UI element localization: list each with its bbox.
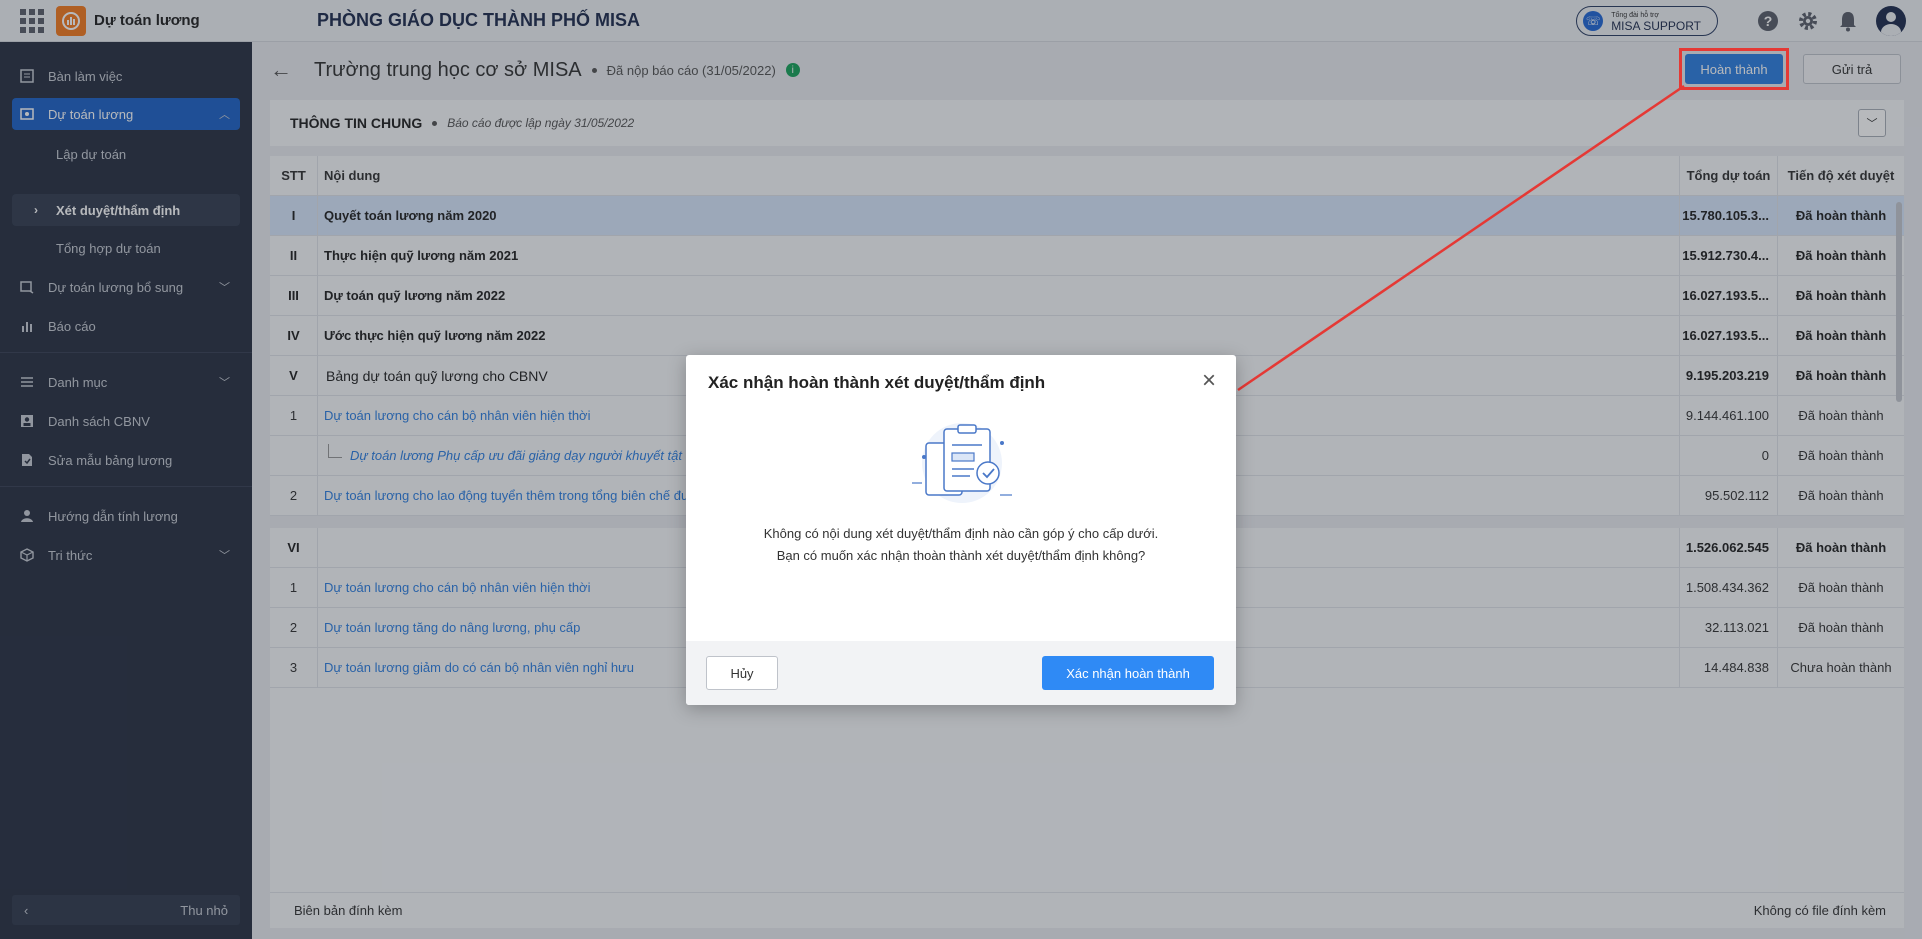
dialog-title: Xác nhận hoàn thành xét duyệt/thẩm định xyxy=(708,373,1046,392)
dialog-message-line2: Bạn có muốn xác nhận thoàn thành xét duy… xyxy=(776,548,1146,563)
cancel-button[interactable]: Hủy xyxy=(706,656,778,690)
close-icon[interactable]: × xyxy=(1198,369,1220,393)
dialog-message: Không có nội dung xét duyệt/thẩm định nà… xyxy=(686,523,1236,567)
highlight-box-overlay xyxy=(1679,48,1789,90)
confirm-dialog: Xác nhận hoàn thành xét duyệt/thẩm định … xyxy=(686,355,1236,705)
clipboard-check-illustration xyxy=(912,423,1012,503)
dialog-footer: Hủy Xác nhận hoàn thành xyxy=(686,641,1236,705)
dialog-message-line1: Không có nội dung xét duyệt/thẩm định nà… xyxy=(763,526,1159,541)
confirm-complete-button[interactable]: Xác nhận hoàn thành xyxy=(1042,656,1214,690)
